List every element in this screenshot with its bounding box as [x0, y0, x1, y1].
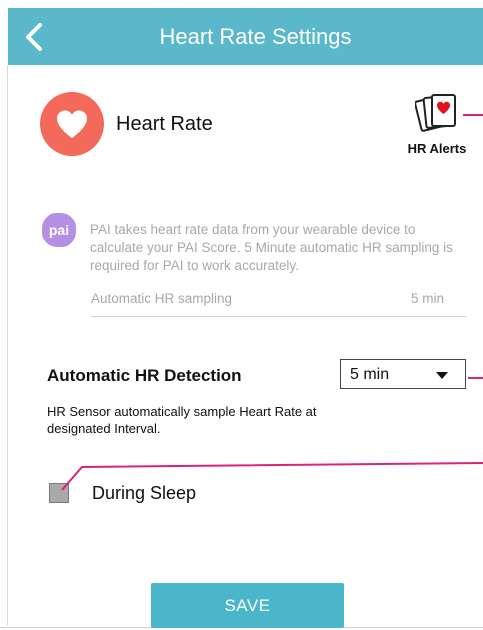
heart-icon [57, 110, 87, 138]
app-header: Heart Rate Settings [8, 8, 483, 65]
hr-alerts-cards-icon [415, 94, 456, 132]
auto-hr-detection-label: Automatic HR Detection [47, 366, 242, 385]
heart-rate-label: Heart Rate [116, 113, 213, 135]
heart-rate-icon [40, 92, 104, 156]
auto-hr-sampling-row: Automatic HR sampling 5 min [91, 289, 466, 317]
during-sleep-checkbox[interactable] [49, 483, 69, 503]
page-title: Heart Rate Settings [159, 24, 352, 49]
pai-description: PAI takes heart rate data from your wear… [90, 222, 453, 273]
during-sleep-label: During Sleep [92, 483, 197, 503]
hr-alerts-label: HR Alerts [407, 141, 467, 156]
hr-detection-interval-select[interactable]: 5 min [340, 359, 466, 389]
left-divider [7, 65, 8, 625]
caret-down-icon [436, 372, 448, 379]
pai-badge-text: pai [49, 222, 69, 238]
pai-badge-icon: pai [42, 213, 76, 247]
save-button[interactable]: SAVE [151, 583, 344, 628]
hr-detection-selected-value: 5 min [350, 366, 390, 383]
auto-hr-sampling-value: 5 min [410, 291, 444, 306]
auto-hr-sampling-label: Automatic HR sampling [91, 291, 233, 306]
hr-alerts-button[interactable]: HR Alerts [402, 93, 472, 158]
auto-hr-detection-description: HR Sensor automatically sample Heart Rat… [47, 404, 317, 436]
